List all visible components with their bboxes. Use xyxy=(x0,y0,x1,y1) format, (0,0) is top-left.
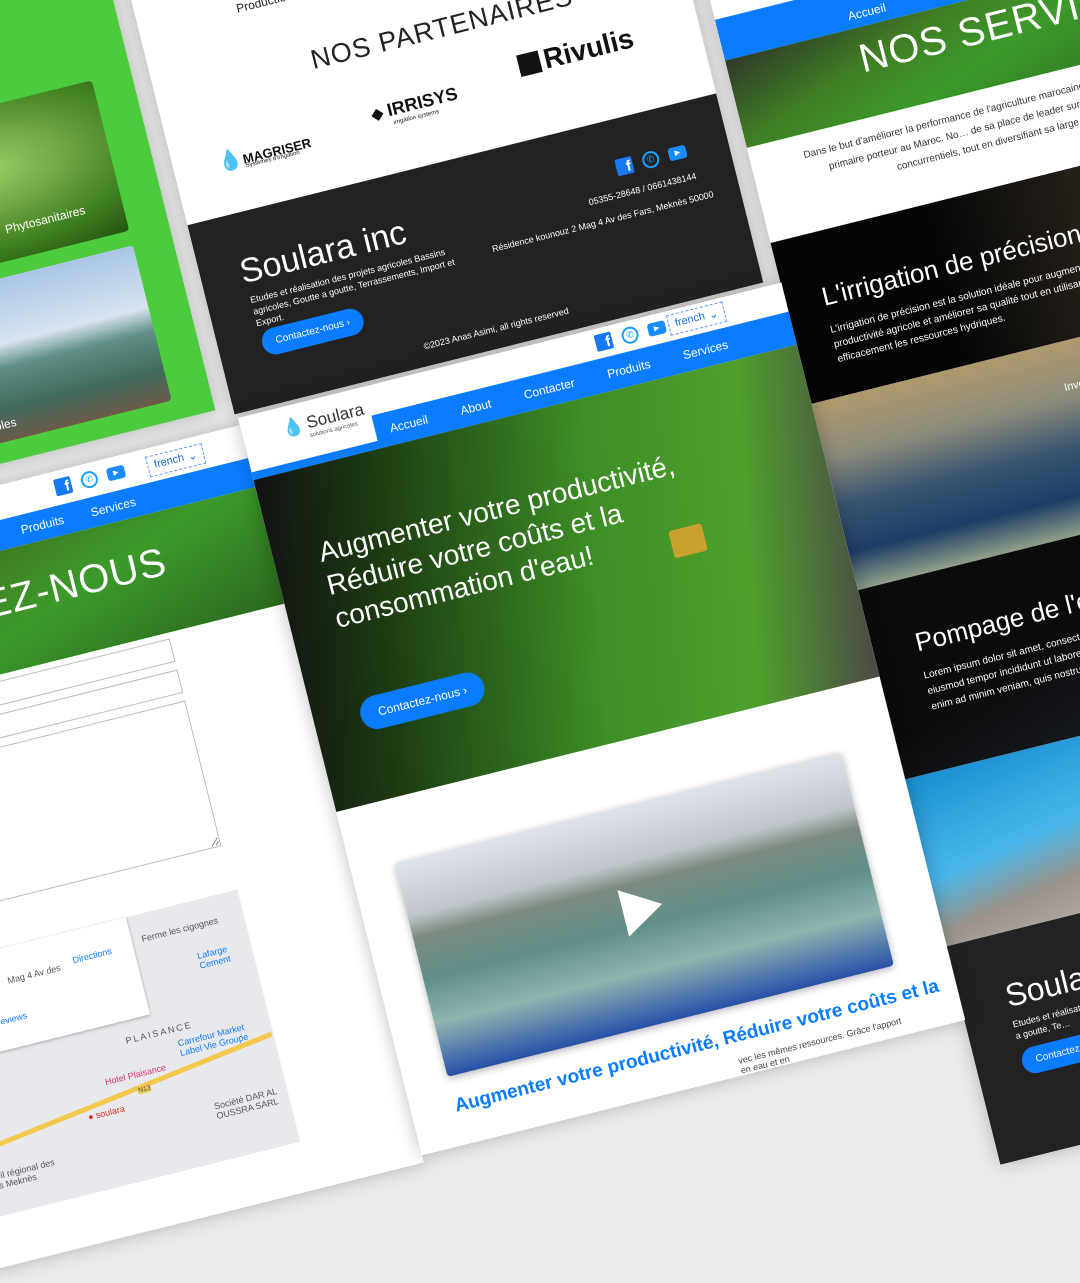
language-value: french xyxy=(152,451,186,471)
facebook-icon[interactable]: f xyxy=(593,331,615,353)
map-reviews[interactable]: reviews xyxy=(0,1010,28,1027)
map-label: Conseil régional des adouls Meknès xyxy=(0,1156,56,1197)
map-road-label: N13 xyxy=(137,1084,152,1095)
production-text: Production xyxy=(234,0,294,16)
product-card-label: Phytosanitaires xyxy=(3,202,87,237)
drop-icon: ◆ xyxy=(369,104,386,125)
map-label: Société DAR AL OUSSRA SARL xyxy=(213,1086,280,1122)
chevron-right-icon: › xyxy=(345,316,352,329)
pin-icon: ● xyxy=(86,1111,95,1123)
product-card-label: Plastiques Et Filets Agricoles xyxy=(0,414,18,466)
product-card-plastiques[interactable]: Plastiques Et Filets Agricoles xyxy=(0,245,172,478)
map-label: Lafarge Cement xyxy=(196,943,232,971)
youtube-icon[interactable]: ▶ xyxy=(105,464,127,482)
whatsapp-icon[interactable]: ✆ xyxy=(640,149,662,170)
map-info-card: Mag 4 Av des Directions reviews xyxy=(0,917,151,1070)
map-directions[interactable]: Directions xyxy=(71,946,112,965)
facebook-icon[interactable]: f xyxy=(614,155,635,177)
whatsapp-icon[interactable]: ✆ xyxy=(79,469,100,490)
chevron-down-icon: ⌄ xyxy=(186,449,199,464)
map-label: Hotel Plaisance xyxy=(103,1062,168,1088)
youtube-icon[interactable]: ▶ xyxy=(667,144,688,162)
hero-contact-button[interactable]: Contactez-nous › xyxy=(356,668,489,733)
map-info-address: Mag 4 Av des xyxy=(6,962,62,986)
whatsapp-icon[interactable]: ✆ xyxy=(619,324,641,346)
footer-social-icons: f ✆ ▶ xyxy=(614,143,688,177)
footer-contact-label: Contactez-nous xyxy=(274,318,346,347)
video-card[interactable] xyxy=(394,752,894,1077)
chevron-down-icon: ⌄ xyxy=(707,307,720,322)
service-title: Investi xyxy=(1062,374,1080,395)
language-value: french xyxy=(673,310,707,330)
footer-contact-label: Contactez-nous xyxy=(1034,1037,1080,1065)
logo-rivulis-text: Rivulis xyxy=(540,22,637,75)
hero-title: Augmenter votre productivité, Réduire vo… xyxy=(315,449,678,634)
hero-contact-label: Contactez-nous xyxy=(376,684,462,719)
rivulis-mark-icon xyxy=(516,50,543,78)
play-icon[interactable] xyxy=(617,880,668,937)
chevron-right-icon: › xyxy=(461,682,469,698)
logo-magriser: 💧MAGRISER Systèmes d'irrigation xyxy=(215,128,313,175)
message-textarea[interactable] xyxy=(0,700,222,929)
logo-irrisys: ◆ IRRISYS irrigation systems xyxy=(369,83,462,131)
facebook-icon[interactable]: f xyxy=(52,475,74,497)
map[interactable]: Mag 4 Av des Directions reviews Ferme le… xyxy=(0,889,301,1226)
youtube-icon[interactable]: ▶ xyxy=(646,320,668,338)
map-label: Ferme les cigognes xyxy=(140,915,220,945)
logo-rivulis: Rivulis xyxy=(515,22,637,82)
